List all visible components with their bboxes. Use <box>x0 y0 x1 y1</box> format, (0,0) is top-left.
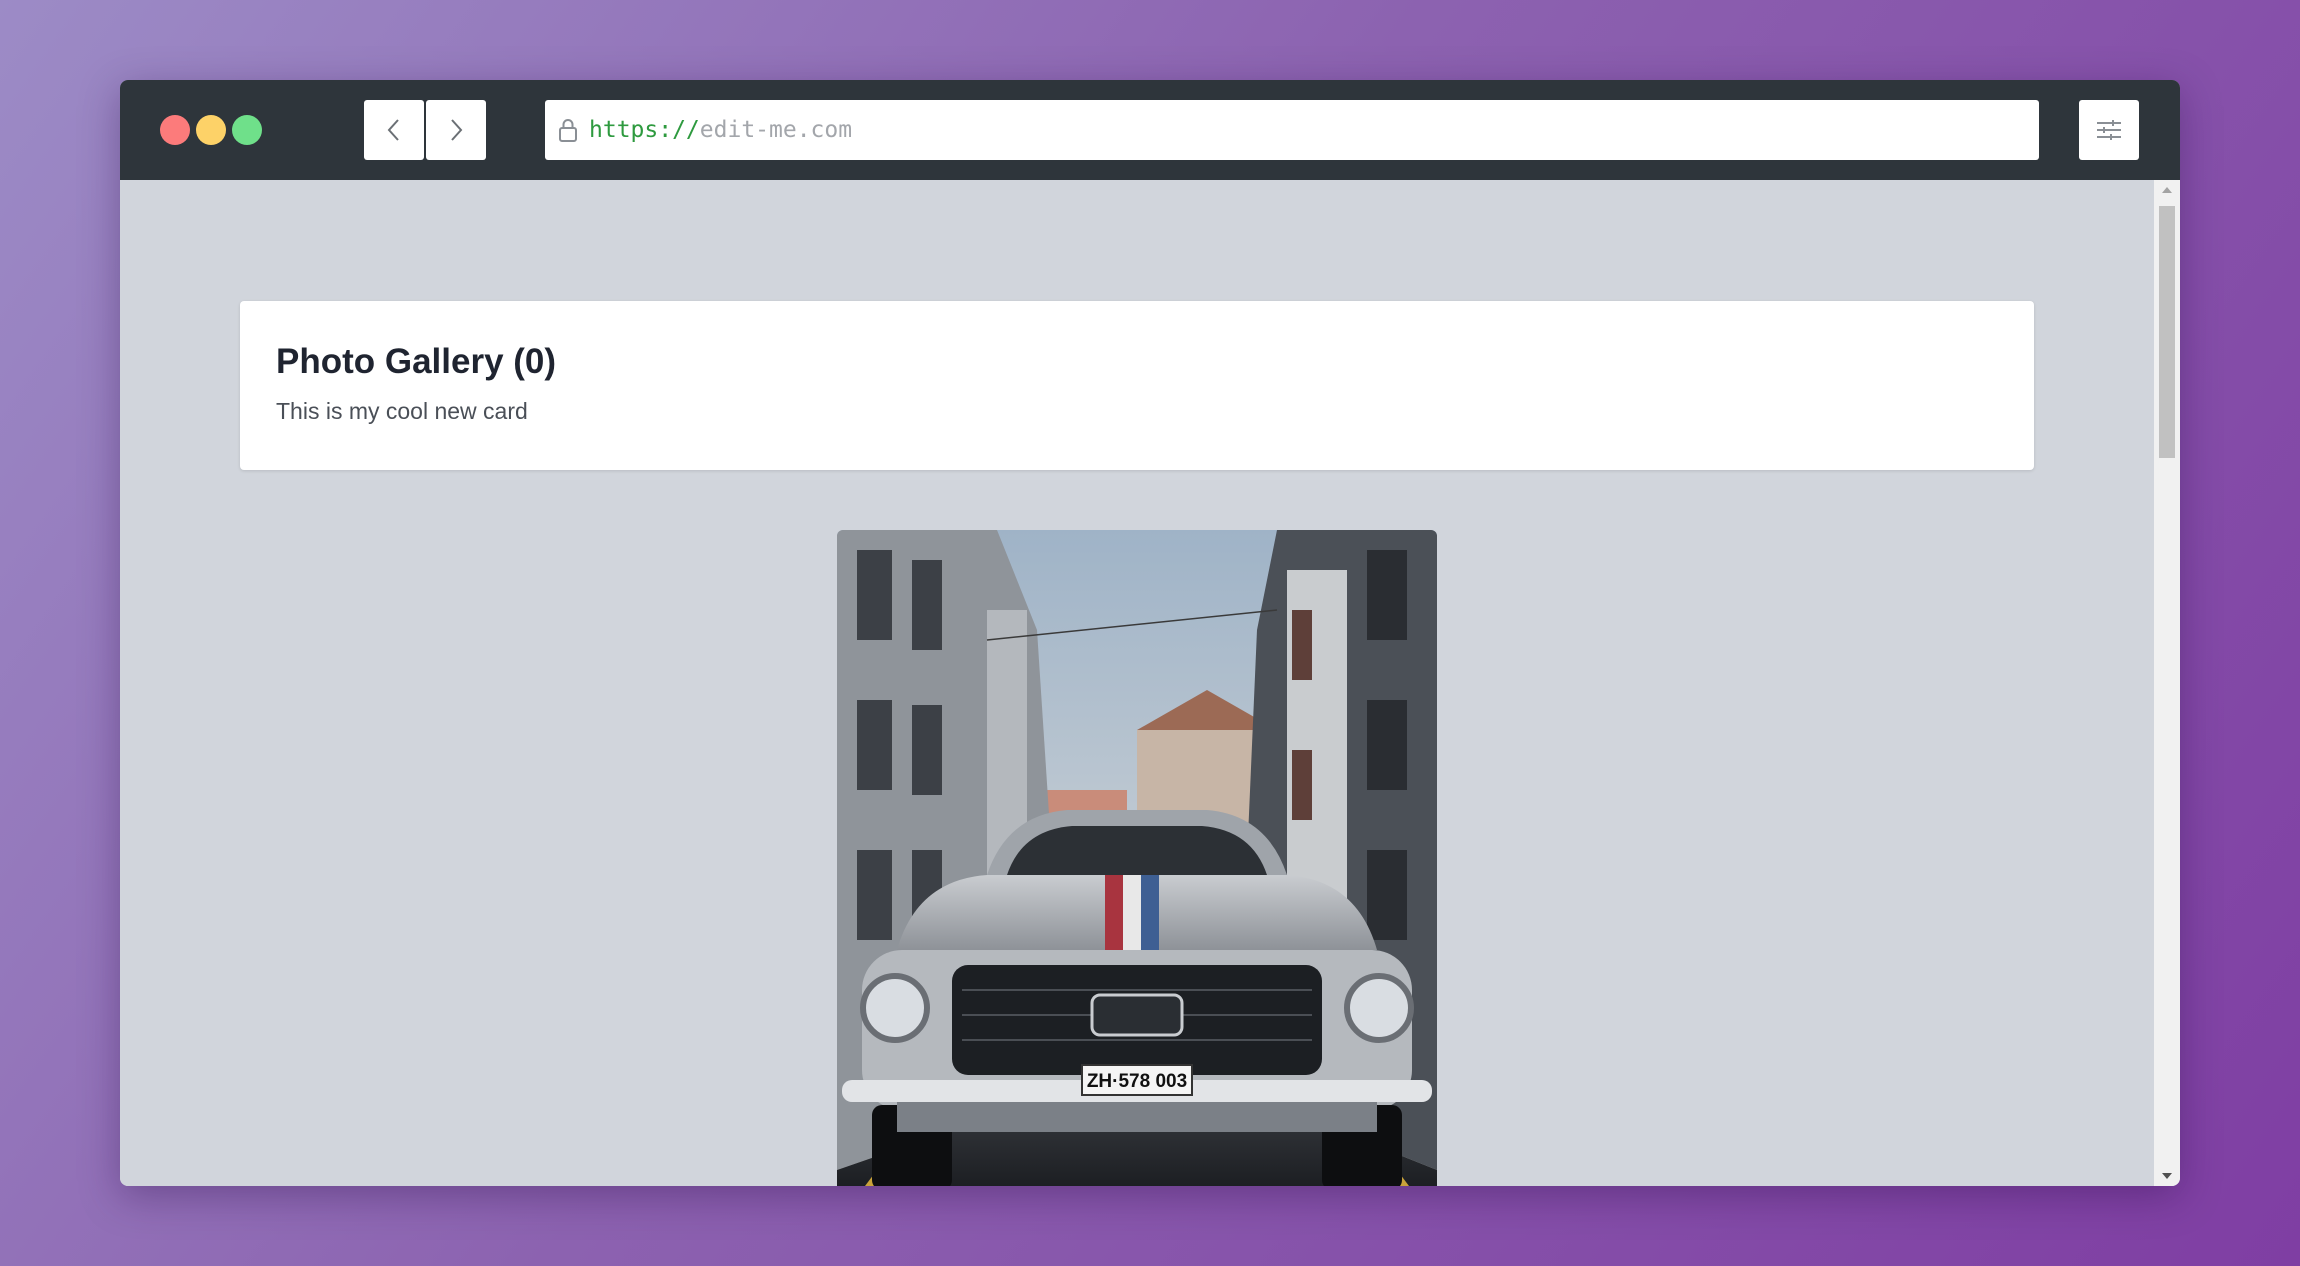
page-viewport: Photo Gallery (0) This is my cool new ca… <box>120 180 2154 1186</box>
browser-toolbar: https://edit-me.com <box>120 80 2180 180</box>
address-bar[interactable]: https://edit-me.com <box>545 100 2039 160</box>
scroll-up-arrow[interactable] <box>2154 180 2180 200</box>
scroll-down-arrow[interactable] <box>2154 1166 2180 1186</box>
scrollbar-thumb[interactable] <box>2159 206 2175 458</box>
vertical-scrollbar[interactable] <box>2154 180 2180 1186</box>
card-title: Photo Gallery (0) <box>276 342 557 381</box>
lock-icon <box>559 119 577 142</box>
forward-button[interactable] <box>426 100 486 160</box>
chevron-left-icon <box>387 119 399 141</box>
sliders-icon <box>2097 120 2121 140</box>
close-window-button[interactable] <box>160 115 190 145</box>
minimize-window-button[interactable] <box>196 115 226 145</box>
browser-window: https://edit-me.com Photo Gallery (0) Th… <box>120 80 2180 1186</box>
card-description: This is my cool new card <box>276 398 528 424</box>
url-host: edit-me.com <box>699 117 853 143</box>
gallery-photo[interactable]: ZH·578 003 <box>837 530 1437 1186</box>
license-plate: ZH·578 003 <box>1087 1071 1187 1092</box>
maximize-window-button[interactable] <box>232 115 262 145</box>
back-button[interactable] <box>364 100 424 160</box>
classic-car-photo: ZH·578 003 <box>837 530 1437 1186</box>
triangle-up-icon <box>2162 187 2172 193</box>
url-protocol: https:// <box>589 117 700 143</box>
gallery-card: Photo Gallery (0) This is my cool new ca… <box>240 301 2034 470</box>
chevron-right-icon <box>451 119 463 141</box>
settings-button[interactable] <box>2079 100 2139 160</box>
triangle-down-icon <box>2162 1173 2172 1179</box>
